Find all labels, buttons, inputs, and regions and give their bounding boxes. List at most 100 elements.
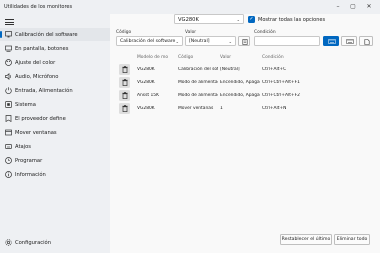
sidebar-item-label: Atajos [15, 143, 31, 150]
audio-icon [5, 73, 11, 80]
schedule-icon [5, 157, 12, 164]
cell-code: Calibración del softw [178, 67, 218, 72]
trash-icon [121, 92, 128, 99]
calibration-icon [5, 31, 12, 38]
main-panel: VG280K ⌄ ✓ Mostrar todas las opciones Có… [110, 14, 380, 253]
show-all-label: Mostrar todas las opciones [258, 16, 326, 23]
sidebar-item-label: Programar [15, 157, 43, 164]
chevron-down-icon: ⌄ [175, 38, 179, 44]
value-filter-select[interactable]: [Neutral] ⌄ [185, 36, 236, 46]
sidebar-item-settings[interactable]: Configuración [0, 236, 110, 249]
sidebar-item-audio[interactable]: Audio, Micrófono [0, 70, 110, 83]
keyboard-button[interactable] [323, 36, 339, 46]
trash-icon [121, 105, 128, 112]
maximize-icon[interactable]: ▢ [347, 2, 359, 12]
sidebar-item-label: Configuración [15, 239, 51, 246]
close-icon[interactable]: ✕ [363, 2, 375, 12]
sidebar-item-label: Audio, Micrófono [15, 73, 59, 80]
cell-condition: Ctrl+Alt+C [262, 67, 287, 72]
vendor-icon [5, 115, 12, 122]
sidebar-item-label: Mover ventanas [15, 129, 57, 136]
window-icon [5, 129, 12, 136]
color-icon [5, 59, 12, 66]
sidebar-item-system[interactable]: Sistema [0, 98, 110, 111]
table-row: VG280K Mover ventanas 1 Ctrl+Alt+N [119, 103, 367, 115]
value-filter-value: [Neutral] [189, 39, 210, 44]
cell-condition: Ctrl+Ctrl+Alt+F1 [262, 80, 300, 85]
sidebar-item-color[interactable]: Ajuste del color [0, 56, 110, 69]
show-all-checkbox[interactable]: ✓ [248, 15, 255, 23]
monitor-select[interactable]: VG280K ⌄ [174, 14, 244, 24]
sidebar-item-vendor[interactable]: El proveedor define [0, 112, 110, 125]
sidebar-item-shortcuts[interactable]: Atajos [0, 140, 110, 153]
trash-icon [121, 79, 128, 86]
info-icon [5, 171, 12, 178]
value-picker-button[interactable] [238, 36, 250, 46]
cell-condition: Ctrl+Alt+N [262, 106, 287, 111]
restore-last-button[interactable]: Restablecer el último [280, 234, 332, 245]
export-button[interactable] [359, 36, 373, 46]
sidebar: Calibración del software En pantalla, bo… [0, 14, 110, 253]
cell-code: Modo de alimentaci [178, 93, 218, 98]
delete-row-button[interactable] [119, 90, 130, 101]
code-filter-value: Calibración del software [120, 39, 176, 44]
document-icon [242, 38, 248, 45]
cell-code: Modo de alimentaci [178, 80, 218, 85]
sidebar-item-info[interactable]: Información [0, 168, 110, 181]
condition-filter-input[interactable] [254, 36, 320, 46]
chevron-down-icon: ⌄ [228, 38, 232, 44]
sidebar-item-label: El proveedor define [15, 115, 66, 122]
column-header-model: Modelo de mo [137, 55, 169, 60]
cell-model: VG280K [137, 80, 155, 85]
value-filter-label: Valor [185, 30, 197, 35]
sidebar-item-label: Entrada, Alimentación [15, 87, 73, 94]
sidebar-item-label: Información [15, 171, 46, 178]
sidebar-item-schedule[interactable]: Programar [0, 154, 110, 167]
column-header-code: Código [178, 55, 194, 60]
file-icon [364, 38, 369, 45]
add-shortcut-button[interactable] [341, 36, 357, 46]
clear-all-button[interactable]: Eliminar todo [334, 234, 370, 245]
chevron-down-icon: ⌄ [236, 16, 240, 22]
sidebar-item-power[interactable]: Entrada, Alimentación [0, 84, 110, 97]
cell-value: [Neutral] [220, 67, 240, 72]
code-filter-label: Código [116, 30, 132, 35]
trash-icon [121, 66, 128, 73]
cell-value: Encendido, Apagado [220, 93, 260, 98]
power-icon [5, 87, 12, 94]
buttons-icon [5, 45, 12, 52]
sidebar-item-move-windows[interactable]: Mover ventanas [0, 126, 110, 139]
system-icon [5, 101, 12, 108]
cell-model: Ansst 15K [137, 93, 159, 98]
window-title: Utilidades de los monitores [4, 4, 73, 10]
condition-filter-label: Condición [254, 30, 276, 35]
minimize-icon[interactable]: – [332, 2, 344, 12]
table-row: VG280K Calibración del softw [Neutral] C… [119, 64, 367, 76]
sidebar-item-label: Ajuste del color [15, 59, 56, 66]
cell-model: VG280K [137, 106, 155, 111]
hamburger-menu-icon[interactable] [5, 19, 14, 25]
cell-condition: Ctrl+Ctrl+Alt+F2 [262, 93, 300, 98]
table-row: Ansst 15K Modo de alimentaci Encendido, … [119, 90, 367, 102]
keyboard-add-icon [345, 39, 354, 44]
keyboard-icon [327, 39, 336, 44]
sidebar-item-label: Sistema [15, 101, 36, 108]
cell-value: 1 [220, 106, 223, 111]
sidebar-item-calibration[interactable]: Calibración del software [0, 28, 110, 41]
shortcut-icon [5, 144, 12, 149]
code-filter-select[interactable]: Calibración del software ⌄ [116, 36, 183, 46]
table-row: VG280K Modo de alimentaci Encendido, Apa… [119, 77, 367, 89]
column-header-condition: Condición [262, 55, 284, 60]
sidebar-item-label: Calibración del software [15, 31, 78, 38]
sidebar-item-buttons[interactable]: En pantalla, botones [0, 42, 110, 55]
column-header-value: Valor [220, 55, 232, 60]
delete-row-button[interactable] [119, 103, 130, 114]
title-bar: Utilidades de los monitores – ▢ ✕ [0, 0, 380, 14]
delete-row-button[interactable] [119, 64, 130, 75]
delete-row-button[interactable] [119, 77, 130, 88]
cell-value: Encendido, Apagado [220, 80, 260, 85]
cell-code: Mover ventanas [178, 106, 214, 111]
cell-model: VG280K [137, 67, 155, 72]
monitor-select-value: VG280K [178, 17, 199, 23]
gear-icon [5, 239, 12, 246]
